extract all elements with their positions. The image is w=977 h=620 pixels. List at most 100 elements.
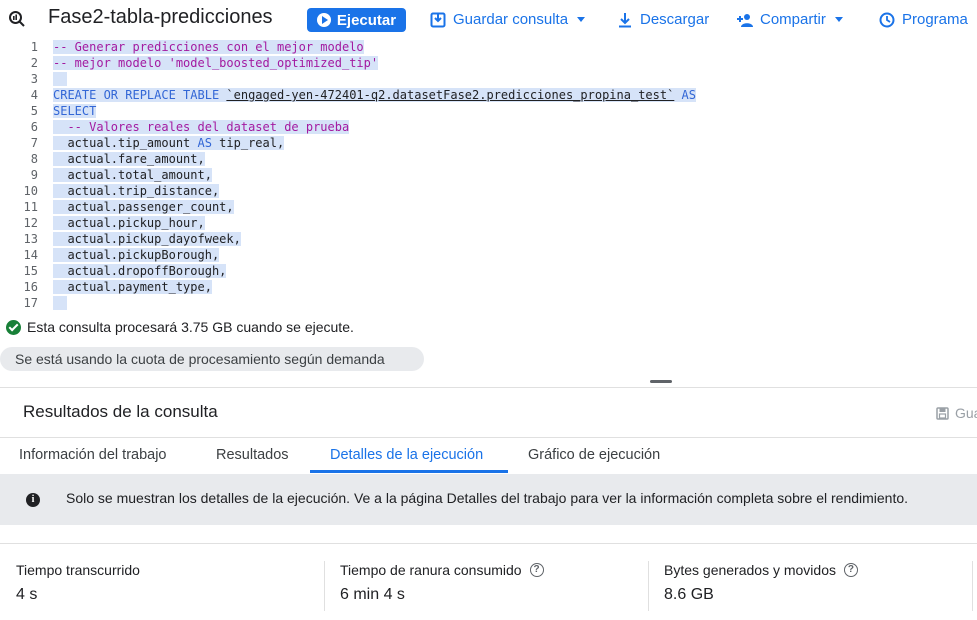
save-query-label: Guardar consulta bbox=[453, 11, 569, 28]
line-number: 15 bbox=[23, 264, 38, 278]
code-text bbox=[53, 296, 68, 310]
line-number: 5 bbox=[30, 104, 38, 118]
code-text bbox=[53, 72, 68, 86]
line-number: 12 bbox=[23, 216, 38, 230]
code-line[interactable]: actual.pickup_dayofweek, bbox=[53, 231, 241, 247]
check-circle-icon bbox=[6, 319, 21, 335]
stat-value: 8.6 GB bbox=[664, 586, 714, 603]
code-text: actual.pickup_dayofweek, bbox=[53, 232, 241, 246]
line-number: 4 bbox=[30, 88, 38, 102]
line-number: 3 bbox=[30, 72, 38, 86]
code-line[interactable]: actual.pickupBorough, bbox=[53, 247, 220, 263]
line-number: 6 bbox=[30, 120, 38, 134]
chevron-down-icon bbox=[577, 17, 586, 22]
line-number: 9 bbox=[30, 168, 38, 182]
share-button[interactable]: Compartir bbox=[737, 11, 843, 28]
code-line[interactable]: -- mejor modelo 'model_boosted_optimized… bbox=[53, 55, 379, 71]
code-text: -- mejor modelo 'model_boosted_optimized… bbox=[53, 56, 379, 70]
line-number: 13 bbox=[23, 232, 38, 246]
code-line[interactable]: actual.fare_amount, bbox=[53, 151, 205, 167]
stat-divider bbox=[324, 561, 325, 611]
code-text: SELECT bbox=[53, 104, 97, 118]
line-number: 2 bbox=[30, 56, 38, 70]
code-line[interactable]: -- Valores reales del dataset de prueba bbox=[53, 119, 350, 135]
download-icon bbox=[619, 12, 631, 27]
line-number: 14 bbox=[23, 248, 38, 262]
code-line[interactable]: actual.payment_type, bbox=[53, 279, 212, 295]
code-text: actual.dropoffBorough, bbox=[53, 264, 227, 278]
code-line[interactable]: actual.pickup_hour, bbox=[53, 215, 205, 231]
tab-execution-details[interactable]: Detalles de la ejecución bbox=[330, 447, 483, 463]
share-label: Compartir bbox=[760, 11, 826, 28]
save-results-button[interactable]: Gua bbox=[936, 405, 977, 421]
line-number: 7 bbox=[30, 136, 38, 150]
line-number: 10 bbox=[23, 184, 38, 198]
validation-status: Esta consulta procesará 3.75 GB cuando s… bbox=[6, 319, 354, 335]
code-line[interactable]: SELECT bbox=[53, 103, 97, 119]
code-line[interactable] bbox=[53, 71, 68, 87]
info-text: Solo se muestran los detalles de la ejec… bbox=[66, 490, 909, 506]
code-text: -- Generar predicciones con el mejor mod… bbox=[53, 40, 364, 54]
help-icon[interactable]: ? bbox=[843, 563, 858, 577]
panel-divider bbox=[0, 387, 977, 388]
add-person-icon bbox=[737, 13, 753, 27]
stat-divider bbox=[648, 561, 649, 611]
save-icon bbox=[936, 406, 949, 420]
code-line[interactable]: actual.passenger_count, bbox=[53, 199, 234, 215]
validation-text: Esta consulta procesará 3.75 GB cuando s… bbox=[27, 319, 354, 335]
query-toolbar: Fase2-tabla-predicciones Ejecutar Guarda… bbox=[0, 0, 977, 40]
query-icon bbox=[9, 11, 25, 27]
run-label: Ejecutar bbox=[336, 11, 397, 29]
play-icon bbox=[316, 13, 331, 27]
tab-execution-graph[interactable]: Gráfico de ejecución bbox=[528, 447, 660, 463]
active-tab-indicator bbox=[310, 470, 508, 473]
save-query-button[interactable]: Guardar consulta bbox=[430, 11, 586, 28]
clock-icon bbox=[879, 12, 895, 27]
help-icon[interactable]: ? bbox=[529, 563, 544, 577]
line-number: 16 bbox=[23, 280, 38, 294]
code-text: actual.pickup_hour, bbox=[53, 216, 205, 230]
line-number: 11 bbox=[23, 200, 38, 214]
tab-job-information[interactable]: Información del trabajo bbox=[19, 447, 167, 463]
code-text: actual.tip_amount AS tip_real, bbox=[53, 136, 285, 150]
code-text: actual.trip_distance, bbox=[53, 184, 220, 198]
line-number: 8 bbox=[30, 152, 38, 166]
download-label: Descargar bbox=[640, 11, 710, 28]
line-number: 17 bbox=[23, 296, 38, 310]
save-results-label: Gua bbox=[955, 405, 977, 421]
code-line[interactable]: actual.trip_distance, bbox=[53, 183, 220, 199]
info-icon: i bbox=[26, 493, 40, 507]
info-banner: i Solo se muestran los detalles de la ej… bbox=[0, 474, 977, 525]
tab-results[interactable]: Resultados bbox=[216, 447, 289, 463]
query-title[interactable]: Fase2-tabla-predicciones bbox=[48, 6, 273, 29]
code-text: actual.fare_amount, bbox=[53, 152, 205, 166]
resize-handle[interactable] bbox=[650, 380, 672, 383]
code-line[interactable]: CREATE OR REPLACE TABLE `engaged-yen-472… bbox=[53, 87, 697, 103]
code-text: actual.pickupBorough, bbox=[53, 248, 220, 262]
code-line[interactable]: -- Generar predicciones con el mejor mod… bbox=[53, 39, 364, 55]
code-line[interactable]: actual.tip_amount AS tip_real, bbox=[53, 135, 285, 151]
code-line[interactable] bbox=[53, 295, 68, 311]
code-line[interactable]: actual.total_amount, bbox=[53, 167, 212, 183]
results-title: Resultados de la consulta bbox=[23, 402, 218, 421]
code-text: actual.payment_type, bbox=[53, 280, 212, 294]
sql-editor[interactable]: 1 -- Generar predicciones con el mejor mo… bbox=[0, 39, 977, 314]
stat-divider bbox=[972, 561, 973, 611]
code-text: actual.total_amount, bbox=[53, 168, 212, 182]
stat-label-text: Tiempo transcurrido bbox=[16, 562, 140, 578]
line-number: 1 bbox=[30, 40, 38, 54]
code-text: -- Valores reales del dataset de prueba bbox=[53, 120, 350, 134]
code-text: actual.passenger_count, bbox=[53, 200, 234, 214]
run-button[interactable]: Ejecutar bbox=[307, 8, 406, 32]
stat-label: Bytes generados y movidos? bbox=[664, 562, 858, 578]
stat-label-text: Tiempo de ranura consumido bbox=[340, 562, 522, 578]
execution-stats: Tiempo transcurrido 4 s Tiempo de ranura… bbox=[0, 543, 977, 620]
code-line[interactable]: actual.dropoffBorough, bbox=[53, 263, 227, 279]
schedule-button[interactable]: Programa bbox=[879, 11, 968, 28]
chevron-down-icon bbox=[834, 17, 843, 22]
download-button[interactable]: Descargar bbox=[617, 11, 709, 28]
stat-label: Tiempo de ranura consumido? bbox=[340, 562, 544, 578]
code-text: CREATE OR REPLACE TABLE `engaged-yen-472… bbox=[53, 88, 697, 102]
stat-value: 6 min 4 s bbox=[340, 586, 405, 603]
stat-label: Tiempo transcurrido bbox=[16, 562, 140, 578]
